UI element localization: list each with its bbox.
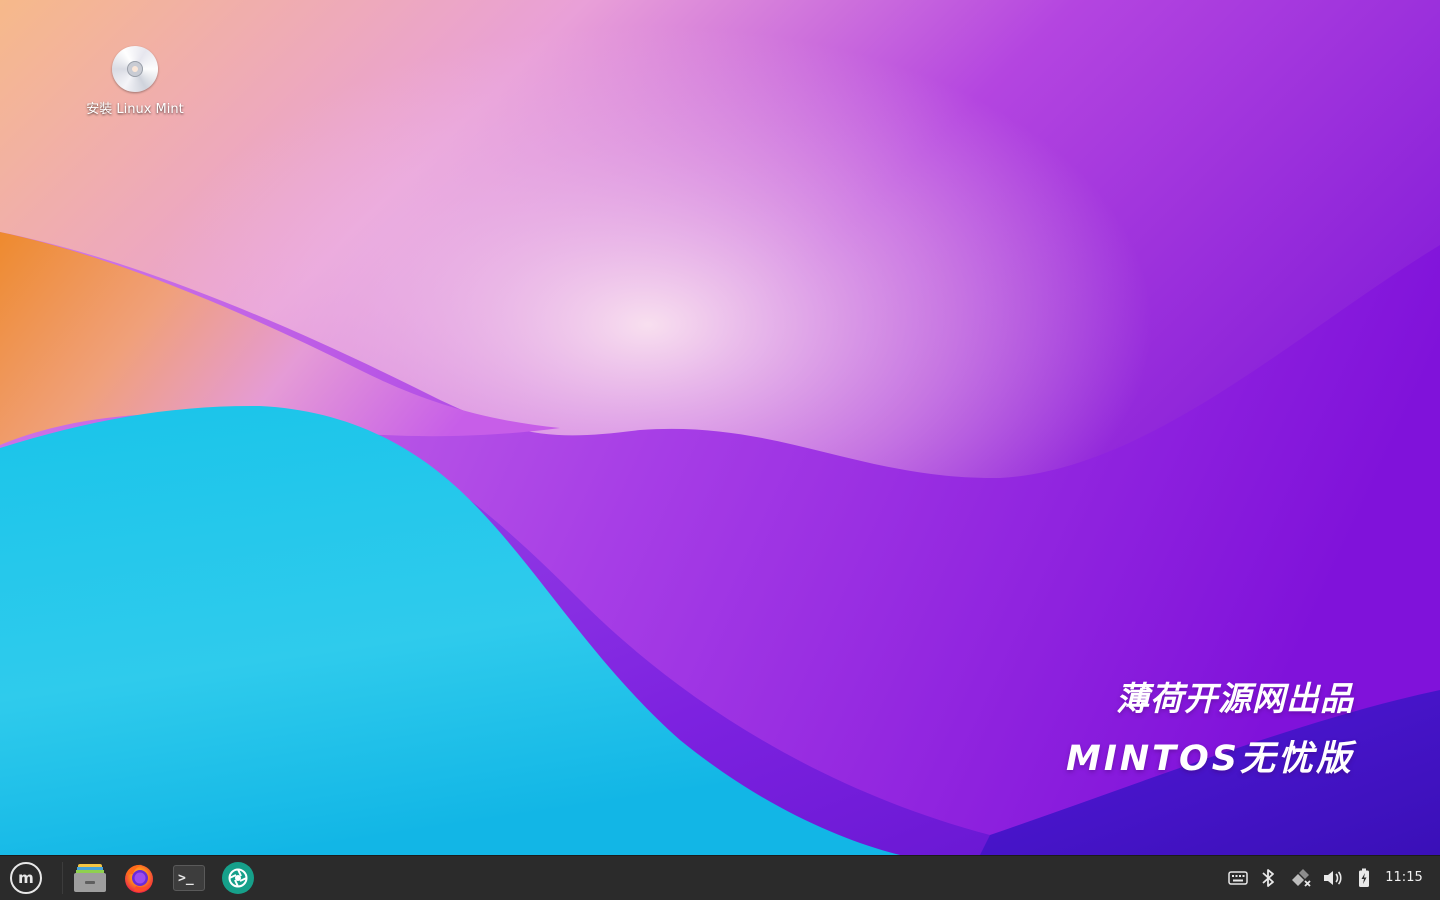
launcher-files[interactable] [70, 856, 110, 900]
bluetooth-icon [1262, 869, 1274, 887]
terminal-icon: >_ [173, 865, 205, 891]
volume-icon [1324, 871, 1342, 885]
wallpaper-brand-text: 薄荷开源网出品 [1116, 679, 1354, 718]
desktop-icon-label: 安裝 Linux Mint [86, 102, 184, 117]
taskbar: m >_ 11:15 [0, 855, 1440, 900]
aperture-icon [222, 862, 254, 894]
tray-battery[interactable] [1354, 856, 1374, 900]
taskbar-clock[interactable]: 11:15 [1380, 856, 1428, 900]
tray-volume[interactable] [1321, 856, 1343, 900]
launcher-terminal[interactable]: >_ [168, 856, 210, 900]
linux-mint-logo-icon: m [10, 862, 42, 894]
desktop-icon-install-linux-mint[interactable]: 安裝 Linux Mint [72, 40, 198, 117]
wallpaper [0, 0, 1440, 855]
disc-installer-icon [112, 46, 158, 92]
keyboard-icon [1228, 871, 1248, 885]
network-disconnected-icon [1292, 869, 1311, 887]
taskbar-separator [62, 862, 63, 894]
tray-keyboard-layout[interactable] [1226, 856, 1250, 900]
desktop[interactable]: 安裝 Linux Mint 薄荷开源网出品 MINTOS无忧版 [0, 0, 1440, 855]
launcher-aperture-app[interactable] [218, 856, 258, 900]
battery-charging-icon [1359, 868, 1369, 887]
file-manager-icon [74, 864, 106, 892]
firefox-icon [125, 864, 153, 893]
menu-button[interactable]: m [0, 856, 52, 900]
tray-bluetooth[interactable] [1258, 856, 1278, 900]
wallpaper-edition-text: MINTOS无忧版 [1066, 739, 1354, 779]
launcher-firefox[interactable] [119, 856, 159, 900]
tray-network[interactable] [1290, 856, 1312, 900]
